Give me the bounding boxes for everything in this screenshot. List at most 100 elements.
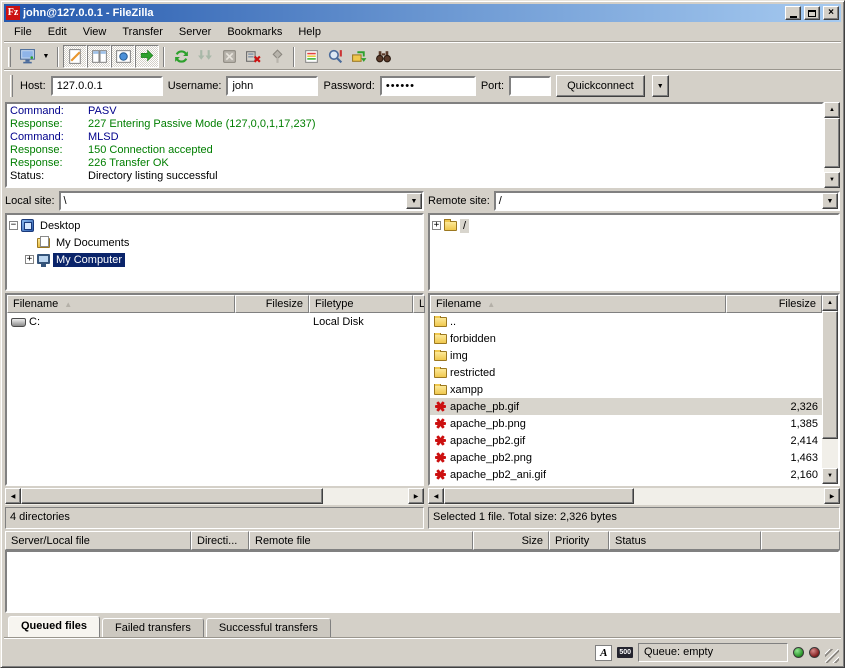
column-header-remote-file[interactable]: Remote file [249,531,473,550]
remote-site-combobox[interactable]: / ▼ [494,191,840,211]
file-row[interactable]: restricted [430,364,822,381]
expand-icon[interactable]: + [432,221,441,230]
speed-limits-icon[interactable]: 500 [617,647,633,658]
host-input[interactable] [51,76,163,96]
local-site-value: \ [61,195,406,207]
process-queue-button[interactable] [193,45,217,68]
scroll-up-button[interactable]: ▲ [824,102,840,118]
activity-led-red [809,647,820,658]
column-header-priority[interactable]: Priority [549,531,609,550]
compare-directories-button[interactable] [323,45,347,68]
tab-failed-transfers[interactable]: Failed transfers [102,618,204,638]
quickconnect-dropdown-button[interactable]: ▼ [652,75,669,97]
file-row-c-drive[interactable]: C: Local Disk [7,313,422,330]
file-row[interactable]: apache_pb.png 1,385 [430,415,822,432]
remote-horizontal-scrollbar[interactable]: ◀ ▶ [428,488,840,505]
toggle-transfer-queue-button[interactable] [135,45,159,68]
site-manager-dropdown-button[interactable]: ▼ [39,45,53,68]
minimize-button[interactable] [785,6,801,20]
scrollbar-track[interactable] [824,118,840,172]
close-button[interactable]: × [823,6,839,20]
site-manager-button[interactable] [15,45,39,68]
scroll-right-button[interactable]: ▶ [408,488,424,504]
expand-icon[interactable]: + [25,255,34,264]
combo-dropdown-button[interactable]: ▼ [406,193,422,209]
scrollbar-thumb[interactable] [444,488,634,504]
file-row[interactable]: forbidden [430,330,822,347]
column-header-filesize[interactable]: Filesize [726,295,822,313]
tree-item-my-documents[interactable]: My Documents [9,234,420,251]
menu-view[interactable]: View [75,24,115,40]
file-row[interactable]: xampp [430,381,822,398]
collapse-icon[interactable]: − [9,221,18,230]
local-site-combobox[interactable]: \ ▼ [59,191,424,211]
scroll-down-button[interactable]: ▼ [824,172,840,188]
scroll-left-button[interactable]: ◀ [5,488,21,504]
process-queue-icon [197,48,214,65]
reconnect-button[interactable] [265,45,289,68]
column-header-direction[interactable]: Directi... [191,531,249,550]
file-row[interactable]: apache_pb2.gif 2,414 [430,432,822,449]
remote-vertical-scrollbar[interactable]: ▲ ▼ [822,295,838,484]
log-scrollbar[interactable]: ▲ ▼ [824,102,840,188]
column-header-filetype[interactable]: Filetype [309,295,413,313]
file-row[interactable]: img [430,347,822,364]
datatype-indicator-icon[interactable]: A [595,645,612,661]
maximize-button[interactable] [804,6,820,20]
toolbar-grip[interactable] [8,47,11,67]
column-header-filesize[interactable]: Filesize [235,295,309,313]
column-header-filename[interactable]: Filename▲ [7,295,235,313]
port-input[interactable] [509,76,551,96]
scrollbar-track[interactable] [21,488,408,505]
toggle-local-tree-button[interactable] [87,45,111,68]
filter-button[interactable] [299,45,323,68]
combo-dropdown-button[interactable]: ▼ [822,193,838,209]
menu-transfer[interactable]: Transfer [114,24,171,40]
refresh-icon [173,48,190,65]
scrollbar-thumb[interactable] [21,488,323,504]
queue-list-empty[interactable] [5,550,840,613]
window-title: john@127.0.0.1 - FileZilla [23,7,782,19]
local-tree: − Desktop My Documents + My Computer [5,213,424,291]
file-row[interactable]: apache_pb2_ani.gif 2,160 [430,466,822,483]
tree-item-desktop[interactable]: − Desktop [9,217,420,234]
file-row[interactable]: .. [430,313,822,330]
toggle-remote-tree-button[interactable] [111,45,135,68]
scroll-down-button[interactable]: ▼ [822,468,838,484]
tree-item-root[interactable]: + / [432,217,836,234]
toggle-message-log-button[interactable] [63,45,87,68]
synchronized-browsing-button[interactable] [347,45,371,68]
cancel-operation-button[interactable] [217,45,241,68]
scroll-left-button[interactable]: ◀ [428,488,444,504]
scrollbar-track[interactable] [822,311,838,468]
resize-grip-icon[interactable] [825,649,839,663]
quickconnect-grip[interactable] [10,75,13,97]
menu-file[interactable]: File [6,24,40,40]
column-header-server-local-file[interactable]: Server/Local file [5,531,191,550]
tab-successful-transfers[interactable]: Successful transfers [206,618,331,638]
password-input[interactable] [380,76,476,96]
menu-bookmarks[interactable]: Bookmarks [219,24,290,40]
folder-icon [444,221,457,231]
scroll-right-button[interactable]: ▶ [824,488,840,504]
tab-queued-files[interactable]: Queued files [8,616,100,638]
menu-edit[interactable]: Edit [40,24,75,40]
scrollbar-thumb[interactable] [824,118,840,168]
column-header-filename[interactable]: Filename▲ [430,295,726,313]
quickconnect-button[interactable]: Quickconnect [556,75,645,97]
refresh-button[interactable] [169,45,193,68]
disconnect-button[interactable] [241,45,265,68]
menu-help[interactable]: Help [290,24,329,40]
tree-item-my-computer[interactable]: + My Computer [9,251,420,268]
scrollbar-thumb[interactable] [822,311,838,439]
scrollbar-track[interactable] [444,488,824,505]
column-header-status[interactable]: Status [609,531,761,550]
file-row-selected[interactable]: apache_pb.gif 2,326 [430,398,822,415]
menu-server[interactable]: Server [171,24,219,40]
username-input[interactable] [226,76,318,96]
find-files-button[interactable] [371,45,395,68]
column-header-size[interactable]: Size [473,531,549,550]
local-horizontal-scrollbar[interactable]: ◀ ▶ [5,488,424,505]
scroll-up-button[interactable]: ▲ [822,295,838,311]
file-row[interactable]: apache_pb2.png 1,463 [430,449,822,466]
